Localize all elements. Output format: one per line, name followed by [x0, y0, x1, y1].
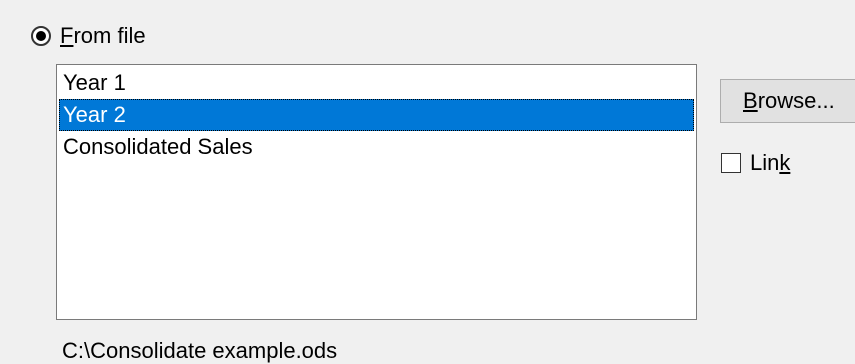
from-file-label: From file [60, 23, 146, 49]
browse-label-rest: rowse... [757, 88, 835, 113]
radio-button-selected-icon[interactable] [31, 26, 51, 46]
list-item-consolidated-sales[interactable]: Consolidated Sales [59, 131, 694, 163]
browse-mnemonic: B [743, 88, 758, 113]
from-file-radio[interactable]: From file [31, 20, 146, 52]
browse-button[interactable]: Browse... [720, 79, 855, 123]
from-file-label-rest: rom file [73, 23, 146, 48]
from-file-mnemonic: F [60, 23, 74, 48]
link-checkbox[interactable] [721, 153, 741, 173]
list-item-year-1[interactable]: Year 1 [59, 67, 694, 99]
sheet-listbox[interactable]: Year 1 Year 2 Consolidated Sales [56, 64, 697, 320]
link-label: Link [750, 150, 790, 176]
file-path-label: C:\Consolidate example.ods [62, 338, 338, 363]
list-item-year-2[interactable]: Year 2 [59, 99, 694, 131]
link-checkbox-row[interactable]: Link [721, 148, 790, 178]
radio-dot-icon [36, 31, 46, 41]
link-label-prefix: Lin [750, 150, 780, 175]
link-mnemonic: k [779, 150, 791, 175]
